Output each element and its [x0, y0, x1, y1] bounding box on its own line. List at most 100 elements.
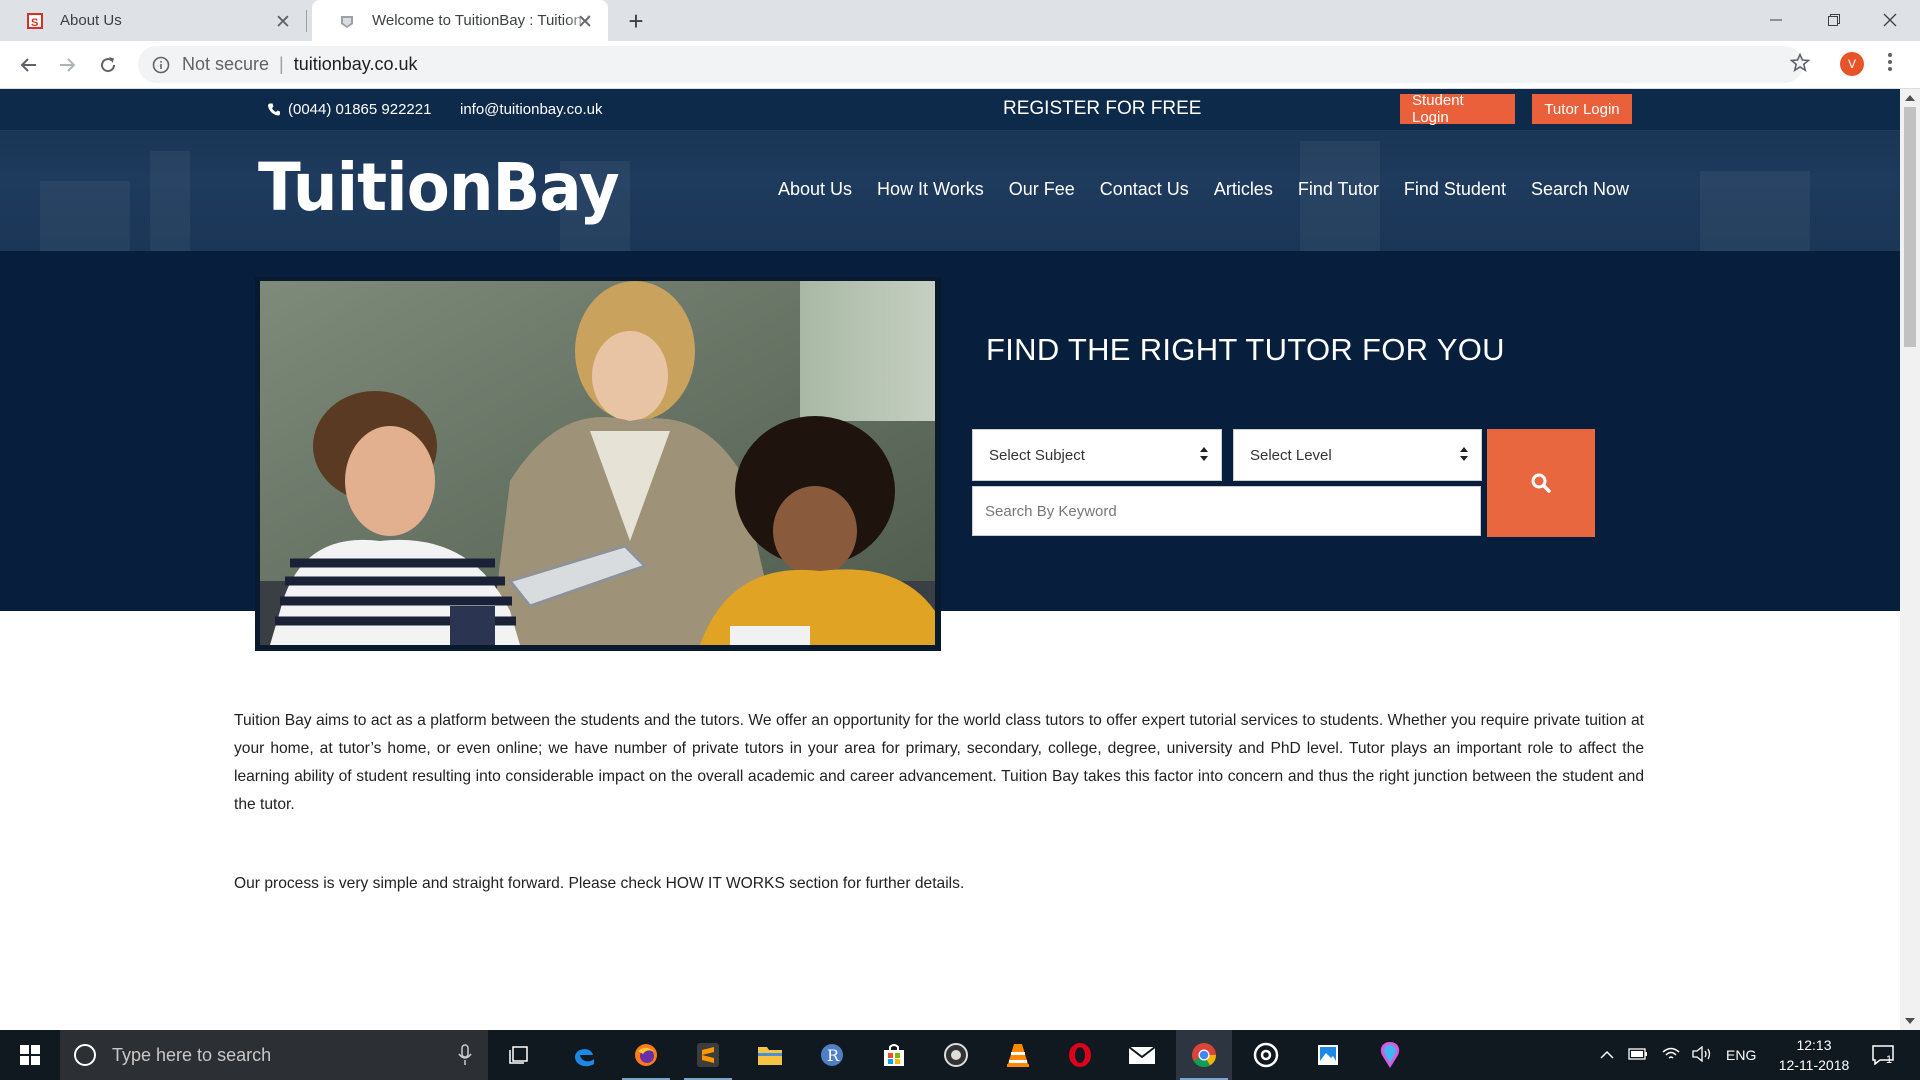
- back-icon[interactable]: [14, 51, 42, 79]
- close-window-icon[interactable]: [1862, 4, 1918, 36]
- photos-icon[interactable]: [1300, 1030, 1356, 1080]
- r-icon[interactable]: R: [804, 1030, 860, 1080]
- chevron-up-icon[interactable]: [1600, 1047, 1614, 1063]
- firefox-icon[interactable]: [618, 1030, 674, 1080]
- scrollbar-thumb[interactable]: [1904, 107, 1916, 347]
- edge-icon[interactable]: [556, 1030, 612, 1080]
- tab-about-us[interactable]: S About Us ✕: [0, 0, 306, 41]
- security-status: Not secure: [182, 54, 270, 74]
- site-header: TuitionBay About Us How It Works Our Fee…: [0, 131, 1900, 251]
- phone-icon: [268, 103, 280, 116]
- subject-select-value: Select Subject: [989, 446, 1085, 464]
- site-topbar: (0044) 01865 922221 info@tuitionbay.co.u…: [0, 89, 1900, 131]
- address-bar[interactable]: Not secure | tuitionbay.co.uk: [138, 46, 1803, 83]
- nav-find-tutor[interactable]: Find Tutor: [1298, 179, 1379, 200]
- clock-date: 12-11-2018: [1778, 1057, 1850, 1073]
- register-link[interactable]: REGISTER FOR FREE: [1003, 98, 1201, 120]
- taskbar-search-box[interactable]: Type here to search: [60, 1030, 488, 1080]
- action-center-icon[interactable]: 1: [1872, 1030, 1894, 1080]
- camera-icon[interactable]: [928, 1030, 984, 1080]
- nav-articles[interactable]: Articles: [1214, 179, 1273, 200]
- wifi-icon[interactable]: [1662, 1047, 1680, 1064]
- windows-start-icon[interactable]: [0, 1030, 60, 1080]
- phone-number[interactable]: (0044) 01865 922221: [288, 101, 431, 118]
- windows-taskbar: Type here to search R ENG 12:13 12-11-20…: [0, 1030, 1920, 1080]
- opera-icon[interactable]: [1052, 1030, 1108, 1080]
- task-view-icon[interactable]: [492, 1030, 548, 1080]
- main-nav: About Us How It Works Our Fee Contact Us…: [778, 179, 1654, 200]
- svg-text:R: R: [827, 1046, 840, 1065]
- browser-toolbar: Not secure | tuitionbay.co.uk V: [0, 41, 1920, 89]
- profile-avatar[interactable]: V: [1840, 52, 1864, 76]
- page-favicon-icon: [338, 12, 356, 30]
- minimize-icon[interactable]: [1748, 4, 1804, 36]
- tab-title: Welcome to TuitionBay : Tuition Bay: [372, 12, 592, 29]
- chrome-icon[interactable]: [1176, 1030, 1232, 1080]
- keyword-search-input[interactable]: Search By Keyword: [972, 486, 1481, 536]
- site-favicon-icon: S: [26, 12, 44, 30]
- taskbar-clock[interactable]: 12:13 12-11-2018: [1764, 1035, 1864, 1075]
- menu-kebab-icon[interactable]: [1888, 53, 1894, 74]
- sublime-icon[interactable]: [680, 1030, 736, 1080]
- search-button[interactable]: [1487, 429, 1595, 537]
- store-icon[interactable]: [866, 1030, 922, 1080]
- language-indicator[interactable]: ENG: [1726, 1047, 1756, 1063]
- browser-tab-strip: S About Us ✕ Welcome to TuitionBay : Tui…: [0, 0, 1920, 41]
- select-carets-icon: [1460, 447, 1468, 461]
- microphone-icon[interactable]: [458, 1044, 472, 1066]
- nav-how-it-works[interactable]: How It Works: [877, 179, 984, 200]
- page-viewport: (0044) 01865 922221 info@tuitionbay.co.u…: [0, 89, 1900, 1030]
- student-login-button[interactable]: Student Login: [1400, 92, 1515, 126]
- restore-icon[interactable]: [1806, 4, 1862, 36]
- volume-icon[interactable]: [1692, 1045, 1712, 1065]
- tab-tuitionbay[interactable]: Welcome to TuitionBay : Tuition Bay ✕: [312, 0, 608, 41]
- topbar-phone: (0044) 01865 922221: [268, 101, 431, 118]
- scroll-down-icon[interactable]: [1905, 1018, 1915, 1024]
- battery-icon[interactable]: [1628, 1047, 1648, 1063]
- intro-paragraph: Tuition Bay aims to act as a platform be…: [234, 712, 1644, 813]
- groove-icon[interactable]: [1238, 1030, 1294, 1080]
- level-select[interactable]: Select Level: [1233, 429, 1482, 481]
- nav-our-fee[interactable]: Our Fee: [1009, 179, 1075, 200]
- info-icon[interactable]: [152, 56, 170, 74]
- system-tray: ENG: [1600, 1030, 1756, 1080]
- mail-icon[interactable]: [1114, 1030, 1170, 1080]
- nav-contact-us[interactable]: Contact Us: [1100, 179, 1189, 200]
- close-tab-icon[interactable]: ✕: [576, 11, 594, 34]
- hero-title: FIND THE RIGHT TUTOR FOR YOU: [986, 332, 1505, 367]
- paint3d-icon[interactable]: [1362, 1030, 1418, 1080]
- nav-find-student[interactable]: Find Student: [1404, 179, 1506, 200]
- level-select-value: Select Level: [1250, 446, 1332, 464]
- reload-icon[interactable]: [94, 51, 122, 79]
- process-paragraph: Our process is very simple and straight …: [234, 875, 965, 892]
- tab-divider: [306, 10, 307, 32]
- subject-select[interactable]: Select Subject: [972, 429, 1222, 481]
- vlc-icon[interactable]: [990, 1030, 1046, 1080]
- notification-count: 1: [1886, 1054, 1893, 1066]
- tab-title: About Us: [60, 12, 122, 29]
- page-scrollbar[interactable]: [1900, 89, 1920, 1030]
- nav-search-now[interactable]: Search Now: [1531, 179, 1629, 200]
- nav-about-us[interactable]: About Us: [778, 179, 852, 200]
- close-tab-icon[interactable]: ✕: [274, 11, 292, 34]
- search-icon: [1531, 473, 1551, 493]
- file-explorer-icon[interactable]: [742, 1030, 798, 1080]
- svg-text:S: S: [31, 17, 38, 29]
- select-carets-icon: [1200, 447, 1208, 461]
- hero-photo: [260, 281, 935, 645]
- skyline-decoration: [1700, 171, 1810, 251]
- new-tab-icon[interactable]: +: [622, 6, 650, 37]
- address-separator: |: [279, 54, 284, 74]
- hero-photo-frame: [255, 277, 941, 651]
- url-text[interactable]: tuitionbay.co.uk: [294, 54, 418, 75]
- cortana-icon: [74, 1044, 96, 1066]
- taskbar-search-placeholder: Type here to search: [112, 1044, 272, 1065]
- scroll-up-icon[interactable]: [1905, 95, 1915, 101]
- clock-time: 12:13: [1796, 1037, 1832, 1053]
- tutor-login-button[interactable]: Tutor Login: [1532, 94, 1632, 124]
- skyline-decoration: [40, 181, 130, 251]
- topbar-email[interactable]: info@tuitionbay.co.uk: [460, 101, 603, 118]
- site-logo[interactable]: TuitionBay: [258, 149, 620, 226]
- forward-icon[interactable]: [54, 51, 82, 79]
- bookmark-star-icon[interactable]: [1789, 52, 1811, 78]
